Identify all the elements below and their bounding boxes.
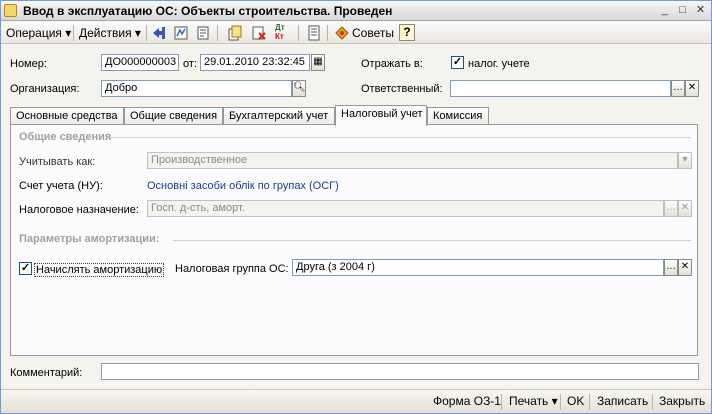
close-icon[interactable]: ✕ xyxy=(693,4,708,18)
account-as-dropdown-icon[interactable]: ▾ xyxy=(678,152,692,169)
document-window: Ввод в эксплуатацию ОС: Объекты строител… xyxy=(0,0,712,414)
tax-accounting-panel: Общие сведения Учитывать как: Производст… xyxy=(10,124,698,356)
window-title: Ввод в эксплуатацию ОС: Объекты строител… xyxy=(23,4,393,18)
help-button[interactable]: ? xyxy=(399,24,415,41)
tax-accounting-checkbox[interactable]: ✓ xyxy=(451,56,464,69)
responsible-field[interactable] xyxy=(450,80,671,97)
tab-general-info[interactable]: Общие сведения xyxy=(124,107,223,125)
structure-icon[interactable] xyxy=(195,25,211,41)
number-label: Номер: xyxy=(10,58,47,70)
bottom-button-bar: Форма ОЗ-1 Печать ▾ OK Записать Закрыть xyxy=(1,389,711,413)
print-form-icon[interactable] xyxy=(306,25,322,41)
tab-accounting[interactable]: Бухгалтерский учет xyxy=(223,107,335,125)
account-as-field[interactable]: Производственное xyxy=(147,152,678,169)
form-oz1-button[interactable]: Форма ОЗ-1 xyxy=(433,394,501,408)
close-button[interactable]: Закрыть xyxy=(659,394,705,408)
advice-button[interactable]: Советы xyxy=(352,24,394,42)
responsible-clear-icon[interactable]: ✕ xyxy=(685,80,699,97)
comment-label: Комментарий: xyxy=(10,367,83,379)
ok-button[interactable]: OK xyxy=(567,394,584,408)
toolbar: Операция ▾ Действия ▾ Дт Кт Советы ? xyxy=(1,22,711,44)
tax-group-clear-icon[interactable]: ✕ xyxy=(678,259,692,276)
reflect-label: Отражать в: xyxy=(361,58,423,70)
account-as-label: Учитывать как: xyxy=(19,156,96,168)
tax-accounting-label: налог. учете xyxy=(468,58,530,70)
tab-commission[interactable]: Комиссия xyxy=(427,107,489,125)
responsible-label: Ответственный: xyxy=(361,83,443,95)
organization-label: Организация: xyxy=(10,83,80,95)
operation-menu[interactable]: Операция ▾ xyxy=(6,24,71,42)
responsible-select-button[interactable]: … xyxy=(671,80,685,97)
tax-purpose-label: Налоговое назначение: xyxy=(19,204,139,216)
tab-tax-accounting[interactable]: Налоговый учет xyxy=(335,105,427,126)
organization-search-icon[interactable]: 🔍︎ xyxy=(292,80,306,97)
dt-kt-button[interactable]: Дт Кт xyxy=(275,23,285,41)
back-arrow-icon[interactable] xyxy=(151,25,167,41)
title-bar: Ввод в эксплуатацию ОС: Объекты строител… xyxy=(1,1,711,21)
calendar-icon[interactable]: ▦ xyxy=(311,54,325,71)
account-label: Счет учета (НУ): xyxy=(19,180,103,192)
number-field[interactable]: ДО000000003 xyxy=(101,54,179,71)
advice-icon[interactable] xyxy=(334,25,350,41)
print-button[interactable]: Печать ▾ xyxy=(509,394,558,408)
date-field[interactable]: 29.01.2010 23:32:45 xyxy=(200,54,310,71)
tax-group-select-button[interactable]: … xyxy=(664,259,678,276)
comment-field[interactable] xyxy=(101,363,699,380)
copy-document-icon[interactable] xyxy=(227,25,243,41)
document-movements-icon[interactable] xyxy=(173,25,189,41)
tax-purpose-field[interactable]: Госп. д-сть, аморт. xyxy=(147,200,664,217)
general-section-title: Общие сведения xyxy=(19,131,112,143)
actions-menu[interactable]: Действия ▾ xyxy=(79,24,141,42)
minimize-icon[interactable]: _ xyxy=(657,4,672,18)
accrue-amortization-checkbox[interactable]: ✓ xyxy=(19,262,32,275)
amortization-section-title: Параметры амортизации: xyxy=(19,233,160,245)
save-button[interactable]: Записать xyxy=(597,394,648,408)
tax-group-label: Налоговая группа ОС: xyxy=(175,263,289,275)
delete-document-icon[interactable] xyxy=(251,25,267,41)
tax-purpose-select-button[interactable]: … xyxy=(664,200,678,217)
tax-purpose-clear-icon[interactable]: ✕ xyxy=(678,200,692,217)
organization-field[interactable]: Добро xyxy=(101,80,292,97)
account-value[interactable]: Основні засоби облік по групах (ОСГ) xyxy=(147,180,339,192)
accrue-amortization-label[interactable]: Начислять амортизацию xyxy=(34,263,165,277)
maximize-icon[interactable]: □ xyxy=(675,4,690,18)
date-label: от: xyxy=(183,58,197,70)
tax-group-field[interactable]: Друга (з 2004 г) xyxy=(292,259,664,276)
tab-fixed-assets[interactable]: Основные средства xyxy=(10,107,124,125)
document-icon xyxy=(4,4,17,17)
